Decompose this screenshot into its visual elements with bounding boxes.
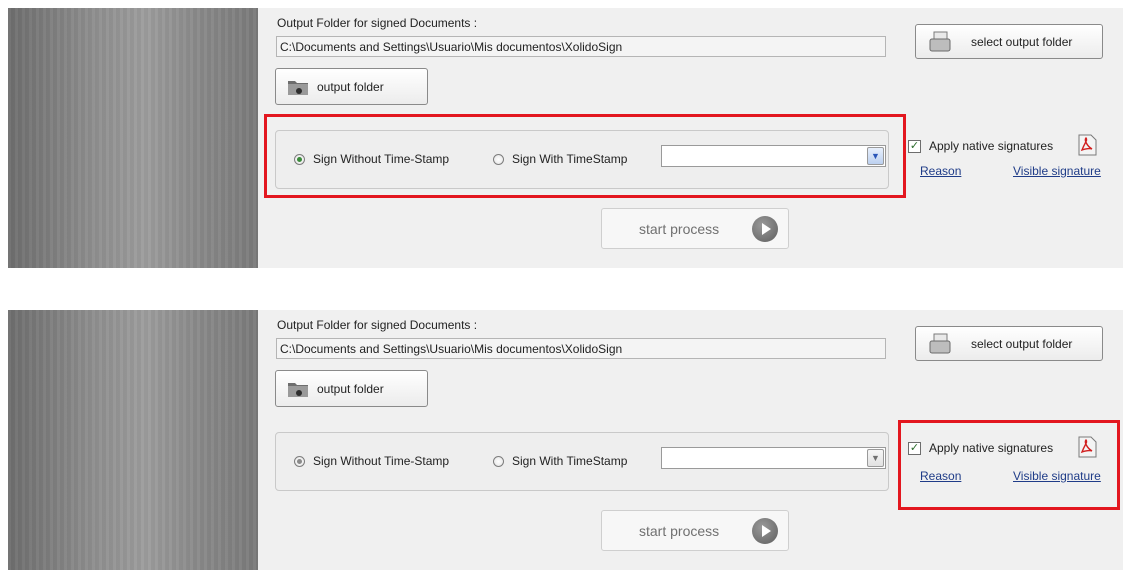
radio-with-timestamp[interactable] (493, 456, 504, 467)
radio-with-timestamp-label: Sign With TimeStamp (512, 454, 628, 468)
play-icon (752, 518, 778, 544)
radio-without-timestamp[interactable] (294, 456, 305, 467)
start-process-button[interactable]: start process (601, 208, 789, 249)
select-output-folder-label: select output folder (971, 337, 1073, 351)
screenshot-panel-2: Output Folder for signed Documents : C:\… (8, 310, 1123, 570)
output-folder-label: Output Folder for signed Documents : (277, 318, 478, 332)
pdf-icon[interactable] (1077, 134, 1097, 156)
select-output-folder-button[interactable]: select output folder (915, 326, 1103, 361)
folder-icon (288, 383, 308, 397)
apply-native-signatures-checkbox[interactable]: ✓ (908, 140, 921, 153)
select-output-folder-label: select output folder (971, 35, 1073, 49)
signing-options-group: Sign Without Time-Stamp Sign With TimeSt… (275, 432, 889, 491)
output-folder-button-label: output folder (317, 80, 384, 94)
output-folder-button-label: output folder (317, 382, 384, 396)
folder-icon (288, 81, 308, 95)
output-folder-button[interactable]: output folder (275, 68, 428, 105)
sign-options-content: Output Folder for signed Documents : C:\… (258, 310, 1123, 570)
reason-link[interactable]: Reason (920, 164, 961, 178)
sign-options-content: Output Folder for signed Documents : C:\… (258, 8, 1123, 268)
document-icon (929, 31, 951, 52)
screenshot-panel-1: Output Folder for signed Documents : C:\… (8, 8, 1123, 268)
start-process-button[interactable]: start process (601, 510, 789, 551)
radio-selected-dot (297, 459, 302, 464)
select-output-folder-button[interactable]: select output folder (915, 24, 1103, 59)
output-path-field[interactable]: C:\Documents and Settings\Usuario\Mis do… (276, 338, 886, 359)
visible-signature-link[interactable]: Visible signature (1013, 164, 1101, 178)
timestamp-server-select[interactable]: ▼ (661, 447, 886, 469)
radio-without-timestamp-label: Sign Without Time-Stamp (313, 454, 450, 468)
output-path-field[interactable]: C:\Documents and Settings\Usuario\Mis do… (276, 36, 886, 57)
output-folder-button[interactable]: output folder (275, 370, 428, 407)
apply-native-signatures-label: Apply native signatures (929, 139, 1054, 153)
sidebar-background (8, 8, 258, 268)
highlight-box-native-signatures (898, 420, 1120, 510)
chevron-down-icon[interactable]: ▼ (867, 449, 884, 467)
document-icon (929, 333, 951, 354)
play-icon (752, 216, 778, 242)
start-process-label: start process (639, 221, 720, 237)
highlight-box-signing-options (264, 114, 906, 198)
start-process-label: start process (639, 523, 720, 539)
sidebar-background (8, 310, 258, 570)
output-folder-label: Output Folder for signed Documents : (277, 16, 478, 30)
